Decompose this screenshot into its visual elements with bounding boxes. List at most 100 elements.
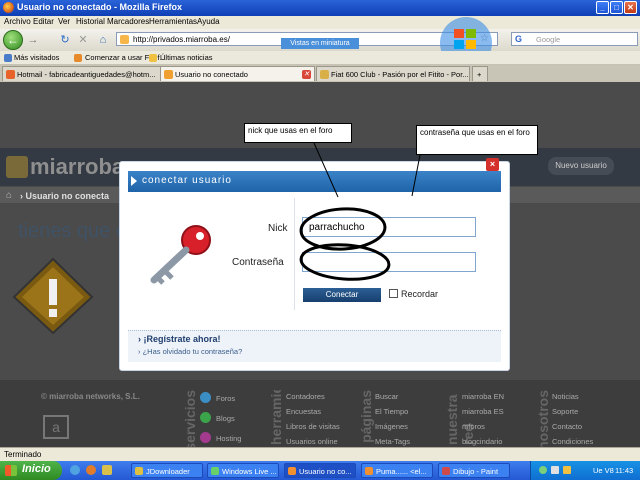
nick-field[interactable] [302,217,476,237]
volume-icon[interactable] [551,466,559,474]
footer-link[interactable]: Foros [216,394,235,403]
close-tab-icon[interactable]: ✕ [302,70,311,79]
footer-link[interactable]: Contadores [286,392,325,401]
back-arrow-icon[interactable]: ← [3,30,23,50]
menu-editar[interactable]: Editar [33,17,54,26]
start-label: Inicio [22,463,51,475]
footer-link[interactable]: Soporte [552,407,578,416]
windows-flag-icon [5,465,17,476]
footer-link[interactable]: Condiciones [552,437,593,446]
footer-link[interactable]: Noticias [552,392,579,401]
forgot-password-text[interactable]: ¿Has olvidado tu contraseña? [143,347,243,356]
footer-link[interactable]: Buscar [375,392,398,401]
clock: 11:43 [615,466,634,475]
footer-link[interactable]: Meta-Tags [375,437,410,446]
close-window-button[interactable]: ✕ [624,1,637,14]
tab-label: Usuario no conectado [175,70,248,79]
thumbnail-tooltip: Vistas en miniatura [281,38,359,49]
dialog-divider [294,198,295,310]
search-placeholder: Google [536,35,561,44]
firefox-bookmark-icon [74,54,82,62]
footer-link[interactable]: miarroba ES [462,407,504,416]
remember-checkbox[interactable] [389,289,398,298]
task-windows-live[interactable]: Windows Live ... [207,463,279,478]
system-tray: Ue V8 11:43 [530,461,640,480]
quicklaunch-firefox-icon[interactable] [86,465,96,475]
menu-marcadores[interactable]: Marcadores [107,17,149,26]
close-dialog-icon[interactable]: × [486,158,499,171]
footer-section-paginas: páginas [358,390,374,443]
maximize-button[interactable]: □ [610,1,623,14]
menu-archivo[interactable]: Archivo [4,17,31,26]
tray-app-icon[interactable] [563,466,571,474]
password-field[interactable] [302,252,476,272]
quicklaunch-browser-icon[interactable] [70,465,80,475]
task-paint[interactable]: Dibujo - Paint [438,463,510,478]
bookmarks-toolbar: Más visitados Comenzar a usar Firef... Ú… [0,51,640,65]
start-button[interactable]: Inicio [0,461,62,480]
footer-section-nosotros: nosotros [535,390,551,450]
task-jdownloader[interactable]: JDownloader [131,463,203,478]
home-icon[interactable]: ⌂ [6,190,12,201]
footer-link[interactable]: Contacto [552,422,582,431]
menu-ayuda[interactable]: Ayuda [197,17,220,26]
bookmark-most-visited[interactable]: Más visitados [14,53,59,62]
page-heading: tienes que c [18,220,126,242]
footer-link[interactable]: El Tiempo [375,407,408,416]
password-label: Contraseña [232,257,284,268]
footer-link[interactable]: miarroba EN [462,392,504,401]
miarroba-footer-logo-icon: a [43,415,69,439]
site-logo-text[interactable]: miarroba [30,154,124,180]
blogs-icon [200,412,211,423]
menu-historial[interactable]: Historial [76,17,105,26]
footer-section-servicios: servicios [182,390,198,451]
tab-hotmail[interactable]: Hotmail - fabricadeantiguedades@hotm... [2,66,169,81]
rss-icon [149,54,157,62]
dialog-title: conectar usuario [142,175,232,186]
task-label: Usuario no co... [299,467,352,476]
fiat-forum-icon [320,70,329,79]
task-label: JDownloader [146,467,190,476]
password-annotation: contraseña que usas en el foro [416,125,538,155]
tab-fiat-600[interactable]: Fiat 600 Club - Pasión por el Fitito - P… [316,66,470,81]
tray-language[interactable]: Ue V8 [593,466,614,475]
login-button[interactable]: Conectar [303,288,381,302]
miarroba-tab-icon [164,70,173,79]
footer-link[interactable]: Usuarios online [286,437,338,446]
footer-link[interactable]: mforos [462,422,485,431]
footer-link[interactable]: Encuestas [286,407,321,416]
footer-section-herramientas: herramientas [268,390,284,445]
tab-usuario-no-conectado[interactable]: Usuario no conectado ✕ [160,66,315,81]
paint-icon [442,467,450,475]
quicklaunch-app-icon[interactable] [102,465,112,475]
search-input[interactable]: G Google [511,32,638,46]
footer-link[interactable]: Libros de visitas [286,422,340,431]
most-visited-icon [4,54,12,62]
forward-arrow-icon[interactable]: → [26,33,40,47]
footer-link[interactable]: Hosting [216,434,241,443]
menu-bar: Archivo Editar Ver Historial Marcadores … [0,16,640,29]
minimize-button[interactable]: _ [596,1,609,14]
footer-link[interactable]: Blogs [216,414,235,423]
firefox-icon [3,2,14,13]
new-tab-button[interactable]: + [472,66,488,81]
register-link[interactable]: › ¡Regístrate ahora! [138,334,221,344]
reload-icon[interactable]: ↻ [58,33,72,47]
menu-ver[interactable]: Ver [58,17,70,26]
firefox-icon [288,467,296,475]
stop-icon[interactable]: ✕ [76,33,90,47]
forgot-password-link[interactable]: › ¿Has olvidado tu contraseña? [138,347,242,356]
network-icon[interactable] [539,466,547,474]
footer-link[interactable]: blogcindario [462,437,502,446]
bookmark-latest-news[interactable]: Últimas noticias [160,53,213,62]
menu-herramientas[interactable]: Herramientas [149,17,197,26]
url-text: http://privados.miarroba.es/ [133,35,230,44]
task-usuario-no-conectado[interactable]: Usuario no co... [284,463,356,478]
status-text: Terminado [4,450,42,459]
new-user-button[interactable]: Nuevo usuario [548,157,614,175]
task-puma[interactable]: Puma...... <el... [361,463,433,478]
home-icon[interactable]: ⌂ [96,33,110,47]
footer-link[interactable]: Imágenes [375,422,408,431]
register-link-text[interactable]: ¡Regístrate ahora! [144,334,221,344]
key-icon [150,225,211,285]
